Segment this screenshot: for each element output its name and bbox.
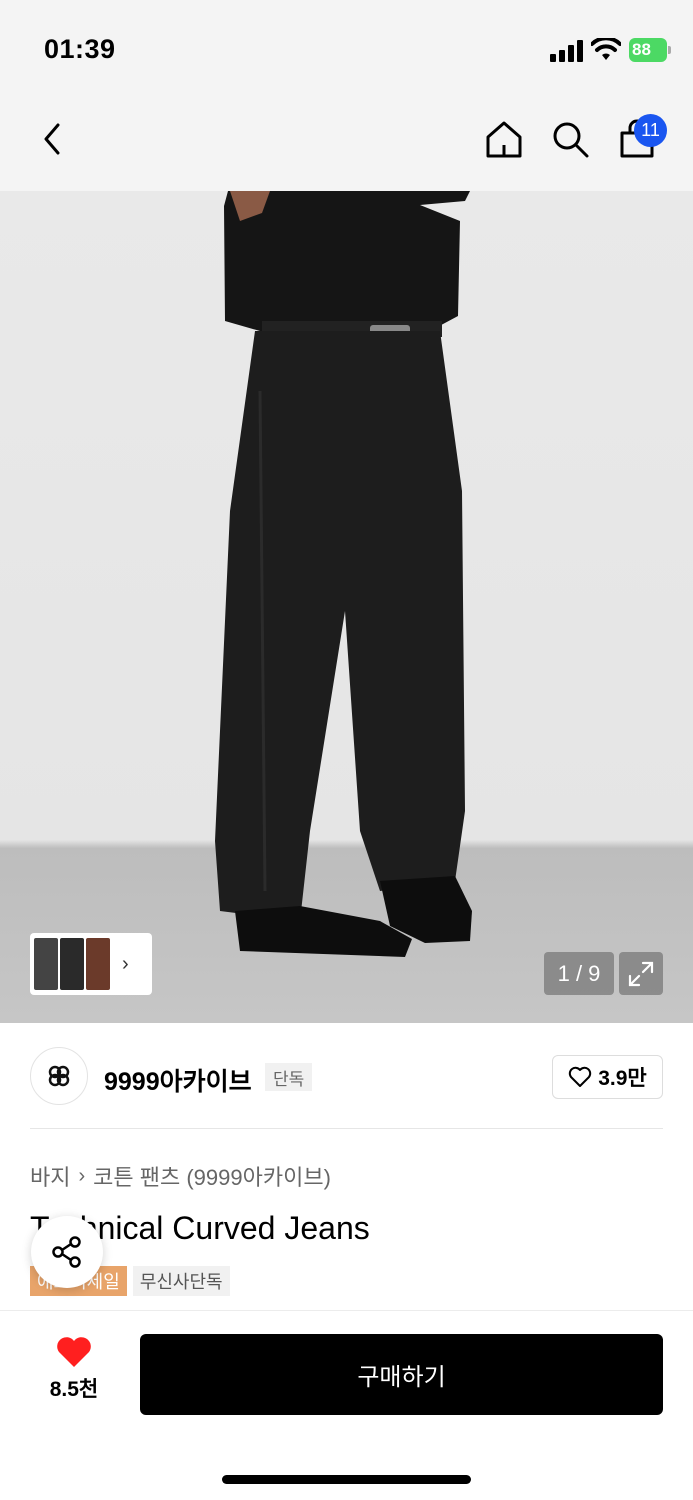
chevron-left-icon [44,123,60,155]
battery-level: 88 [632,40,651,59]
wishlist-count: 8.5천 [49,1378,99,1401]
thumbnail-strip[interactable]: › [30,933,152,995]
cellular-signal-icon [550,40,583,62]
home-button[interactable] [482,117,526,161]
breadcrumb-category[interactable]: 바지 [30,1160,70,1192]
search-icon [553,122,589,158]
image-page-counter: 1 / 9 [544,952,614,995]
brand-exclusive-tag: 단독 [265,1063,313,1091]
expand-icon [628,961,654,986]
brand-logo-icon [48,1065,70,1087]
wifi-icon [591,38,621,60]
brand-name[interactable]: 9999아카이브 [104,1062,252,1098]
product-photo [215,191,472,957]
heart-filled-icon [57,1337,91,1367]
brand-logo[interactable] [30,1047,88,1105]
status-bar: 01:39 88 [0,0,693,95]
divider [30,1128,663,1129]
buy-button[interactable]: 구매하기 [140,1334,663,1415]
thumbnail-image[interactable] [86,938,110,990]
brand-like-button[interactable]: 3.9만 [552,1055,663,1099]
chevron-right-icon: › [78,1164,86,1187]
share-icon [52,1236,81,1268]
share-button[interactable] [31,1216,103,1288]
cart-count-badge: 11 [634,114,667,147]
expand-button[interactable] [619,952,663,995]
back-button[interactable] [30,117,74,161]
top-nav [0,95,693,191]
brand-like-count: 3.9만 [598,1067,647,1090]
breadcrumb-subcategory[interactable]: 코튼 팬츠 (9999아카이브) [93,1160,331,1192]
heart-outline-icon [569,1066,592,1087]
battery-icon: 88 [629,38,671,62]
breadcrumb: 바지 › 코튼 팬츠 (9999아카이브) [30,1160,331,1192]
search-button[interactable] [548,117,592,161]
wishlist-button[interactable]: 8.5천 [30,1335,118,1411]
home-icon [486,121,522,158]
product-image[interactable]: › 1 / 9 [0,191,693,1023]
thumbnail-image[interactable] [34,938,58,990]
badge-musinsa-exclusive: 무신사단독 [132,1266,230,1296]
home-indicator [222,1475,471,1484]
status-time: 01:39 [44,34,116,64]
chevron-right-icon: › [122,952,129,975]
thumbnail-image[interactable] [60,938,84,990]
